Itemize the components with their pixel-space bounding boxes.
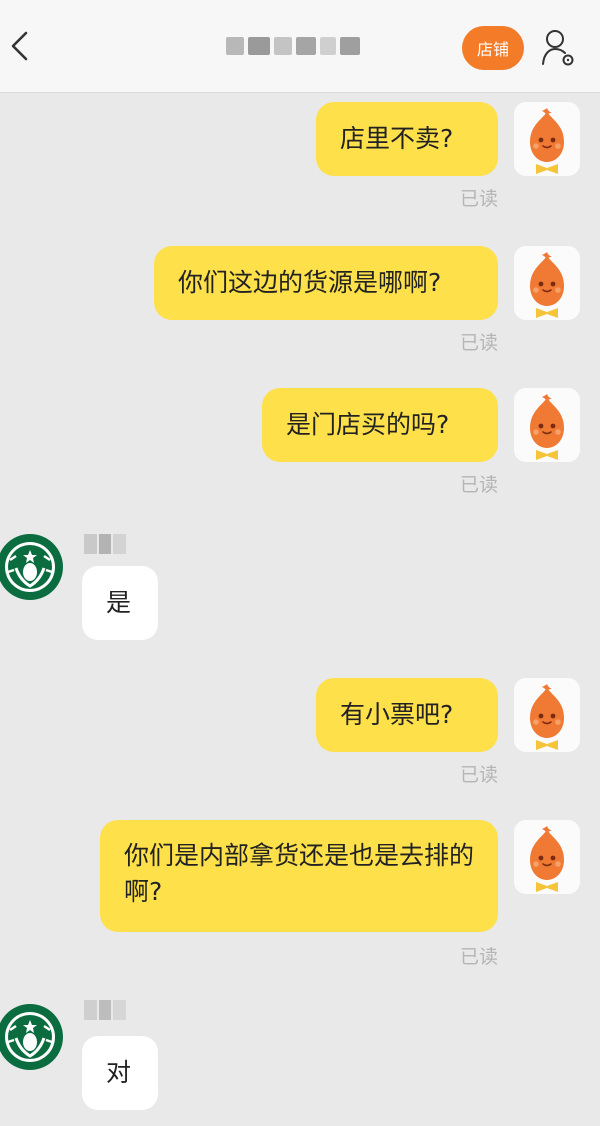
message-bubble[interactable]: 是: [82, 566, 158, 640]
message-bubble[interactable]: 你们是内部拿货还是也是去排的啊?: [100, 820, 498, 932]
contact-name-blurred: [226, 33, 362, 59]
mascot-avatar-icon: [530, 252, 564, 318]
starbucks-avatar-icon[interactable]: [0, 528, 64, 606]
read-status: 已读: [459, 946, 498, 968]
message-bubble[interactable]: 是门店买的吗?: [262, 388, 498, 462]
mascot-avatar-icon: [530, 394, 564, 460]
read-status: 已读: [459, 188, 498, 210]
read-status: 已读: [459, 332, 498, 354]
starbucks-avatar-icon[interactable]: [0, 998, 64, 1076]
mascot-avatar-icon: [530, 108, 564, 174]
sender-name-blurred: [84, 534, 127, 554]
read-status: 已读: [459, 474, 498, 496]
message-bubble[interactable]: 对: [82, 1036, 158, 1110]
chevron-left-icon[interactable]: [8, 30, 30, 62]
user-avatar[interactable]: [514, 246, 580, 320]
user-avatar[interactable]: [514, 388, 580, 462]
user-avatar[interactable]: [514, 678, 580, 752]
mascot-avatar-icon: [530, 684, 564, 750]
user-settings-icon[interactable]: [540, 28, 576, 68]
read-status: 已读: [459, 764, 498, 786]
chat-header: 店铺: [0, 0, 600, 93]
message-bubble[interactable]: 有小票吧?: [316, 678, 498, 752]
mascot-avatar-icon: [530, 826, 564, 892]
user-avatar[interactable]: [514, 820, 580, 894]
shop-button[interactable]: 店铺: [462, 26, 524, 70]
user-avatar[interactable]: [514, 102, 580, 176]
message-bubble[interactable]: 你们这边的货源是哪啊?: [154, 246, 498, 320]
message-bubble[interactable]: 店里不卖?: [316, 102, 498, 176]
sender-name-blurred: [84, 1000, 127, 1020]
